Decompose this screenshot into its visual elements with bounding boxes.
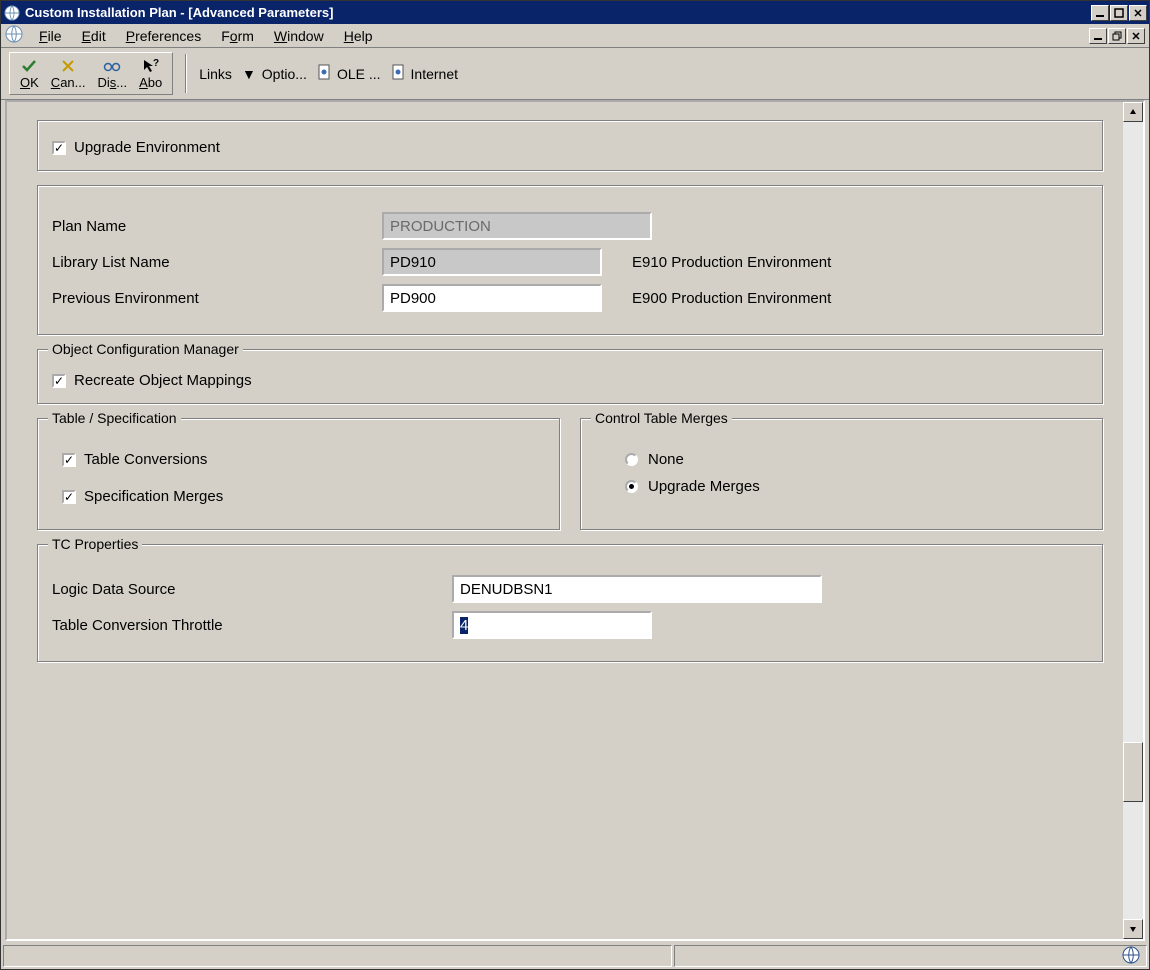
cursor-help-icon: ?	[142, 57, 160, 75]
recreate-object-mappings-checkbox[interactable]: ✓ Recreate Object Mappings	[52, 372, 1088, 389]
upgrade-env-label: Upgrade Environment	[74, 139, 220, 156]
app-icon	[4, 5, 20, 21]
cancel-button[interactable]: Can...	[45, 55, 92, 92]
mdi-close-button[interactable]	[1127, 28, 1145, 44]
menu-window[interactable]: Window	[264, 26, 334, 46]
logic-data-source-field[interactable]: DENUDBSN1	[452, 575, 822, 603]
ocm-legend: Object Configuration Manager	[48, 341, 243, 357]
throttle-value: 4	[460, 617, 468, 634]
plan-name-field: PRODUCTION	[382, 212, 652, 240]
checkbox-checked-icon: ✓	[62, 490, 76, 504]
table-spec-legend: Table / Specification	[48, 410, 181, 426]
mdi-restore-button[interactable]	[1108, 28, 1126, 44]
check-icon	[21, 57, 37, 75]
logic-data-source-label: Logic Data Source	[52, 581, 452, 598]
close-button[interactable]	[1129, 5, 1147, 21]
previous-env-desc: E900 Production Environment	[632, 290, 831, 307]
upgrade-env-group: ✓ Upgrade Environment	[37, 120, 1103, 171]
maximize-button[interactable]	[1110, 5, 1128, 21]
tc-properties-legend: TC Properties	[48, 536, 142, 552]
mdi-app-icon[interactable]	[5, 25, 23, 46]
library-list-label: Library List Name	[52, 254, 382, 271]
window-title: Custom Installation Plan - [Advanced Par…	[25, 5, 1091, 20]
table-spec-group: Table / Specification ✓ Table Conversion…	[37, 418, 560, 530]
links-area: Links ▼ Optio... OLE ... Internet	[193, 64, 464, 83]
ctm-none-radio[interactable]: None	[625, 451, 1088, 468]
options-dropdown[interactable]: ▼ Optio...	[242, 66, 307, 82]
glasses-icon	[103, 57, 121, 75]
menu-help[interactable]: Help	[334, 26, 383, 46]
ctm-upgrade-label: Upgrade Merges	[648, 478, 760, 495]
scroll-thumb[interactable]	[1123, 742, 1143, 802]
ctm-none-label: None	[648, 451, 684, 468]
links-label: Links	[199, 66, 232, 82]
scroll-track[interactable]	[1123, 122, 1143, 919]
status-cell-left	[3, 945, 672, 967]
checkbox-checked-icon: ✓	[52, 374, 66, 388]
scroll-up-button[interactable]	[1123, 102, 1143, 122]
ole-link[interactable]: OLE ...	[317, 64, 381, 83]
internet-label: Internet	[411, 66, 458, 82]
plan-details-group: Plan Name PRODUCTION Library List Name P…	[37, 185, 1103, 335]
vertical-scrollbar[interactable]	[1123, 102, 1143, 939]
dropdown-arrow-icon: ▼	[242, 66, 256, 82]
svg-text:?: ?	[153, 58, 159, 69]
x-icon	[61, 57, 75, 75]
recreate-object-mappings-label: Recreate Object Mappings	[74, 372, 252, 389]
tc-properties-group: TC Properties Logic Data Source DENUDBSN…	[37, 544, 1103, 662]
table-conversions-checkbox[interactable]: ✓ Table Conversions	[62, 451, 545, 468]
menu-edit[interactable]: Edit	[72, 26, 116, 46]
table-conversions-label: Table Conversions	[84, 451, 207, 468]
scroll-down-button[interactable]	[1123, 919, 1143, 939]
library-list-desc: E910 Production Environment	[632, 254, 831, 271]
ok-button[interactable]: OK	[14, 55, 45, 92]
checkbox-checked-icon: ✓	[62, 453, 76, 467]
toolbar-buttons: OK Can... Dis... ? Abo	[9, 52, 173, 95]
ctm-upgrade-merges-radio[interactable]: Upgrade Merges	[625, 478, 1088, 495]
content-area: ✓ Upgrade Environment Plan Name PRODUCTI…	[5, 100, 1145, 941]
menu-form[interactable]: Form	[211, 26, 264, 46]
control-table-merges-group: Control Table Merges None Upgrade Merges	[580, 418, 1103, 530]
specification-merges-checkbox[interactable]: ✓ Specification Merges	[62, 488, 545, 505]
plan-name-label: Plan Name	[52, 218, 382, 235]
statusbar	[2, 944, 1148, 968]
mdi-minimize-button[interactable]	[1089, 28, 1107, 44]
toolbar: OK Can... Dis... ? Abo Links ▼ Optio...	[1, 48, 1149, 100]
ctm-legend: Control Table Merges	[591, 410, 732, 426]
titlebar: Custom Installation Plan - [Advanced Par…	[1, 1, 1149, 24]
checkbox-checked-icon: ✓	[52, 141, 66, 155]
status-cell-right	[674, 945, 1147, 967]
about-button[interactable]: ? Abo	[133, 55, 168, 92]
menu-file[interactable]: File	[29, 26, 72, 46]
document-globe-icon	[391, 64, 405, 83]
specification-merges-label: Specification Merges	[84, 488, 223, 505]
ocm-group: Object Configuration Manager ✓ Recreate …	[37, 349, 1103, 404]
minimize-button[interactable]	[1091, 5, 1109, 21]
internet-link[interactable]: Internet	[391, 64, 458, 83]
upgrade-env-checkbox[interactable]: ✓ Upgrade Environment	[52, 139, 1088, 156]
app-window: Custom Installation Plan - [Advanced Par…	[0, 0, 1150, 970]
radio-unchecked-icon	[625, 453, 638, 466]
document-icon	[317, 64, 331, 83]
menubar: File Edit Preferences Form Window Help	[1, 24, 1149, 48]
menu-preferences[interactable]: Preferences	[116, 26, 212, 46]
previous-env-label: Previous Environment	[52, 290, 382, 307]
ole-label: OLE ...	[337, 66, 381, 82]
toolbar-separator	[185, 54, 187, 93]
table-conversion-throttle-label: Table Conversion Throttle	[52, 617, 452, 634]
globe-icon	[1122, 946, 1140, 967]
radio-checked-icon	[625, 480, 638, 493]
table-conversion-throttle-field[interactable]: 4	[452, 611, 652, 639]
library-list-field[interactable]: PD910	[382, 248, 602, 276]
previous-env-field[interactable]: PD900	[382, 284, 602, 312]
options-label: Optio...	[262, 66, 307, 82]
display-button[interactable]: Dis...	[91, 55, 133, 92]
